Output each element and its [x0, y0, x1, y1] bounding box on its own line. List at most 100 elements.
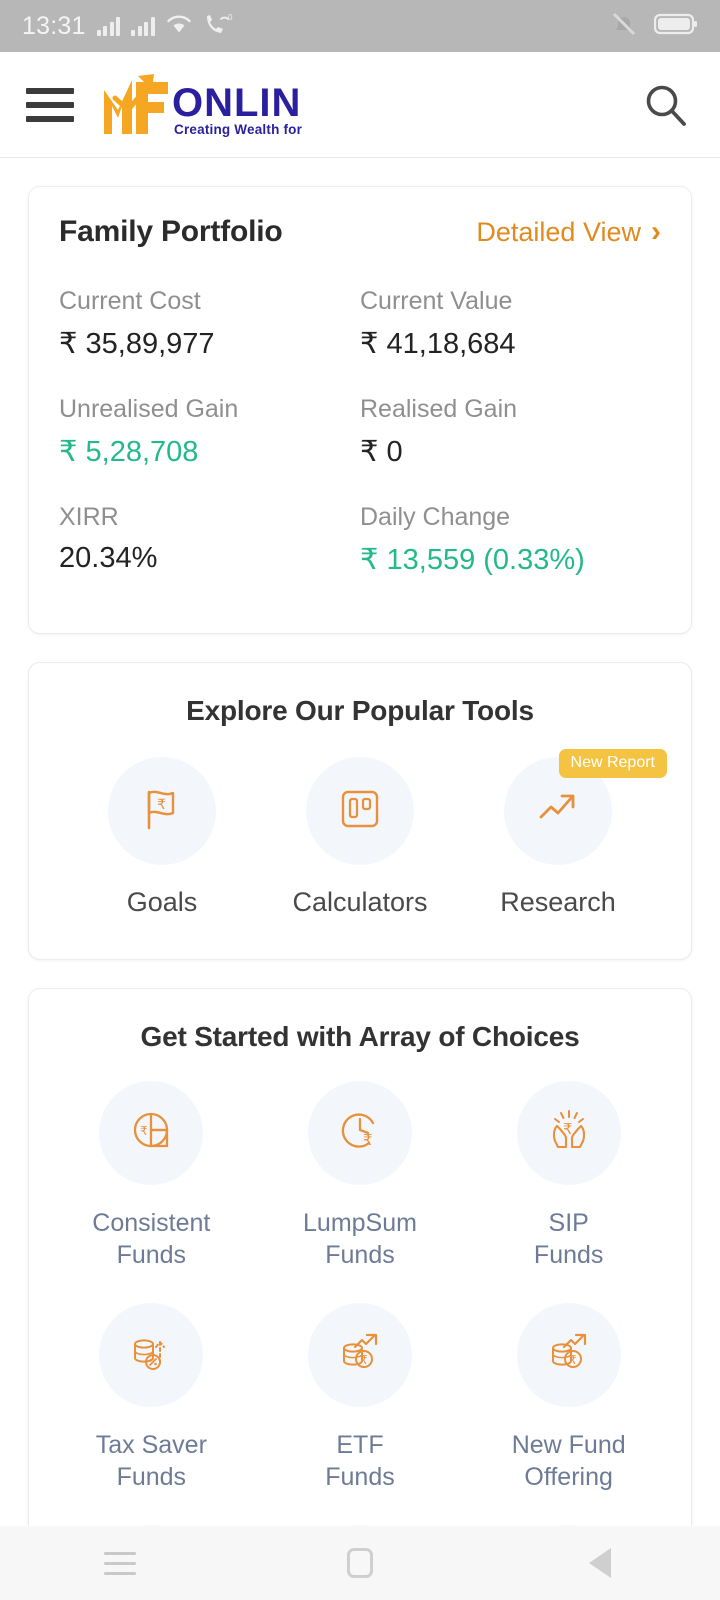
choice-label: Consistent Funds: [92, 1207, 210, 1271]
metric-value: ₹ 41,18,684: [360, 328, 516, 360]
choice-lumpsum-funds[interactable]: ₹ LumpSum Funds: [256, 1080, 465, 1281]
svg-text:ONLINE: ONLINE: [172, 81, 303, 125]
back-icon[interactable]: [540, 1533, 660, 1593]
svg-text:₹: ₹: [140, 1124, 148, 1138]
signal-bars-icon: [96, 16, 121, 36]
choice-label-line1: Consistent: [92, 1208, 211, 1237]
chevron-right-icon: ›: [651, 215, 661, 248]
metric-value: ₹ 35,89,977: [59, 328, 215, 360]
choice-label-line2: Funds: [116, 1240, 187, 1269]
array-of-choices-title: Get Started with Array of Choices: [140, 1020, 580, 1052]
tool-label: Calculators: [292, 887, 428, 917]
status-bar: 13:31 0: [0, 0, 720, 52]
choice-consistent-funds[interactable]: ₹ Consistent Funds: [47, 1080, 256, 1281]
home-icon[interactable]: [300, 1533, 420, 1593]
choice-sip-funds[interactable]: ₹ SIP Funds: [464, 1080, 673, 1281]
status-bar-left: 13:31 0: [22, 12, 610, 41]
choice-label: Tax Saver Funds: [96, 1429, 207, 1493]
home-glyph: [347, 1548, 373, 1578]
choice-icon-bubble: ₹: [516, 1302, 621, 1407]
metric-value: ₹ 5,28,708: [59, 436, 199, 468]
trend-up-arrow-icon: [532, 783, 584, 840]
back-glyph: [589, 1548, 611, 1578]
popular-tools-title: Explore Our Popular Tools: [186, 695, 534, 726]
svg-text:0: 0: [228, 13, 233, 22]
metric-current-cost: Current Cost ₹ 35,89,977: [59, 275, 360, 383]
metric-xirr: XIRR 20.34%: [59, 491, 360, 599]
choice-label-line1: Tax Saver: [95, 1430, 207, 1459]
flag-rupee-icon: ₹: [136, 783, 188, 840]
svg-text:₹: ₹: [360, 1353, 368, 1367]
choice-label: ETF Funds: [325, 1429, 394, 1493]
tool-goals[interactable]: ₹ Goals: [77, 757, 247, 919]
calculator-board-icon: [336, 785, 384, 838]
choices-grid: ₹ Consistent Funds ₹ LumpSum Funds ₹ SIP…: [29, 1053, 691, 1526]
choice-label: New Fund Offering: [512, 1429, 626, 1493]
pie-chart-rupee-icon: ₹: [126, 1105, 176, 1160]
choice-icon-bubble: ₹: [307, 1302, 412, 1407]
metric-current-value: Current Value ₹ 41,18,684: [360, 275, 661, 383]
array-of-choices-card: Get Started with Array of Choices ₹ Cons…: [28, 987, 692, 1526]
choice-new-fund-offering[interactable]: ₹ New Fund Offering: [464, 1302, 673, 1503]
recents-glyph: [104, 1551, 136, 1575]
metric-label: Unrealised Gain: [59, 395, 239, 423]
page-content: Family Portfolio Detailed View › Current…: [0, 158, 720, 1526]
svg-text:₹: ₹: [569, 1353, 577, 1367]
logo-artwork: ONLINE Creating Wealth for Investors: [104, 73, 303, 137]
coins-trend-icon-2: ₹: [544, 1327, 594, 1382]
svg-text:Creating Wealth for Investors: Creating Wealth for Investors: [174, 122, 303, 137]
choice-icon-bubble: [99, 1302, 204, 1407]
metric-unrealised-gain: Unrealised Gain ₹ 5,28,708: [59, 383, 360, 491]
signal-bars-icon-2: [131, 16, 155, 36]
detailed-view-label: Detailed View: [476, 216, 641, 247]
metric-label: Current Value: [360, 287, 513, 315]
app-header: ONLINE Creating Wealth for Investors: [0, 52, 720, 158]
hands-rupee-icon: ₹: [544, 1105, 594, 1160]
metric-label: XIRR: [59, 503, 119, 531]
choice-icon-bubble: ₹: [99, 1080, 204, 1185]
choice-label-line1: ETF: [336, 1430, 384, 1459]
tool-label: Goals: [126, 887, 198, 917]
search-icon[interactable]: [638, 77, 694, 133]
choice-label-line2: Funds: [325, 1240, 395, 1269]
metric-label: Daily Change: [360, 503, 511, 531]
choice-label-line2: Funds: [116, 1462, 187, 1491]
choice-label: SIP Funds: [534, 1207, 603, 1271]
hamburger-menu-icon[interactable]: [26, 87, 74, 122]
tool-icon-bubble: [306, 757, 414, 865]
metric-label: Current Cost: [59, 287, 201, 315]
family-portfolio-card: Family Portfolio Detailed View › Current…: [28, 186, 692, 634]
choice-icon-bubble: ₹: [516, 1080, 621, 1185]
call-signal-icon: 0: [203, 13, 233, 40]
metric-value: ₹ 13,559 (0.33%): [360, 544, 585, 576]
status-time: 13:31: [22, 11, 86, 40]
portfolio-metrics-grid: Current Cost ₹ 35,89,977 Current Value ₹…: [59, 275, 661, 599]
status-bar-right: [610, 11, 698, 42]
metric-realised-gain: Realised Gain ₹ 0: [360, 383, 661, 491]
choice-icon-bubble: ₹: [307, 1080, 412, 1185]
page-title: Family Portfolio: [59, 215, 283, 248]
choice-etf-funds[interactable]: ₹ ETF Funds: [256, 1302, 465, 1503]
mute-icon: [610, 11, 638, 42]
tool-icon-bubble: ₹: [108, 757, 216, 865]
portfolio-header: Family Portfolio Detailed View ›: [59, 215, 661, 249]
battery-icon: [653, 12, 698, 41]
app-logo[interactable]: ONLINE Creating Wealth for Investors: [98, 72, 303, 138]
metric-label: Realised Gain: [360, 395, 518, 423]
metric-value: ₹ 0: [360, 436, 403, 468]
choice-label-line1: SIP: [548, 1208, 589, 1237]
choice-tax-saver-funds[interactable]: Tax Saver Funds: [47, 1302, 256, 1503]
choice-label-line1: LumpSum: [303, 1208, 417, 1237]
choice-label-line2: Offering: [524, 1462, 613, 1491]
choice-label-line2: Funds: [533, 1240, 604, 1269]
svg-text:₹: ₹: [157, 796, 166, 812]
tool-research[interactable]: New Report Research: [473, 749, 667, 919]
svg-text:₹: ₹: [363, 1132, 373, 1149]
detailed-view-link[interactable]: Detailed View ›: [476, 217, 661, 248]
wifi-icon: [166, 14, 192, 39]
recents-icon[interactable]: [60, 1533, 180, 1593]
choice-label-line2: Funds: [325, 1462, 395, 1491]
tool-calculators[interactable]: Calculators: [275, 757, 445, 919]
coins-percent-icon: [126, 1327, 176, 1382]
popular-tools-card: Explore Our Popular Tools ₹ Goals Calcul…: [28, 662, 692, 960]
